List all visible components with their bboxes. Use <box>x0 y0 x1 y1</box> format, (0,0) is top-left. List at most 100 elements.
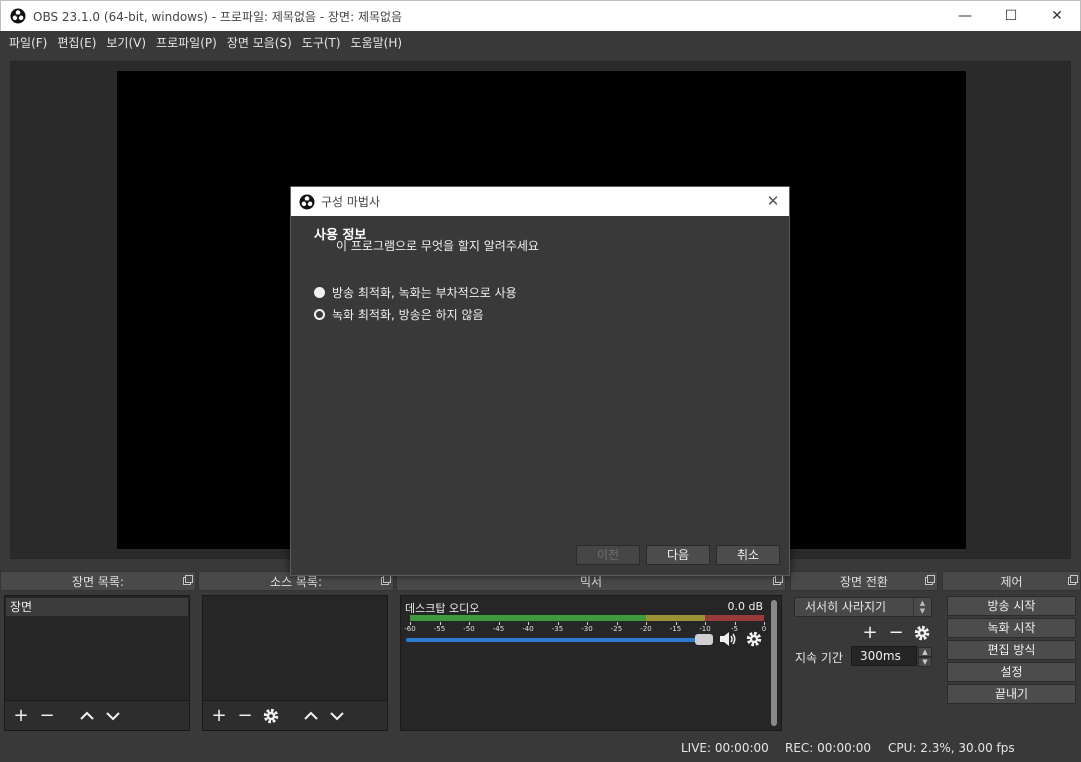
cancel-button[interactable]: 취소 <box>716 545 780 565</box>
scale-tick-label: -20 <box>640 625 652 633</box>
prev-button[interactable]: 이전 <box>576 545 640 565</box>
sources-dock-title-text: 소스 목록: <box>269 575 323 589</box>
obs-logo-icon <box>10 8 26 24</box>
close-window-button[interactable]: ✕ <box>1034 1 1080 31</box>
studio-mode-button[interactable]: 편집 방식 <box>947 640 1076 660</box>
menu-tools[interactable]: 도구(T) <box>297 34 346 51</box>
option-recording[interactable]: 녹화 최적화, 방송은 하지 않음 <box>314 306 484 323</box>
window-title: OBS 23.1.0 (64-bit, windows) - 프로파일: 제목없… <box>33 9 403 24</box>
controls-dock-title: 제어 <box>942 571 1081 591</box>
mixer-dock: 믹서 데스크탑 오디오 0.0 dB -60 -55 -50 -45 -40 -35 -30… <box>396 571 786 734</box>
scale-tick-label: -50 <box>463 625 475 633</box>
menu-view[interactable]: 보기(V) <box>101 34 151 51</box>
spin-up-icon[interactable]: ▲ <box>918 647 932 657</box>
scenes-list[interactable]: 장면 <box>4 595 190 701</box>
duration-label: 지속 기간 <box>795 651 843 665</box>
cpu-status: CPU: 2.3%, 30.00 fps <box>888 741 1015 755</box>
transition-select[interactable]: 서서히 사라지기 ▲ ▼ <box>794 597 932 617</box>
volume-slider-handle[interactable] <box>695 634 713 645</box>
scenes-toolbar: + − <box>4 701 190 731</box>
sources-toolbar: + − <box>202 701 388 731</box>
move-down-icon[interactable] <box>103 706 123 726</box>
settings-button[interactable]: 설정 <box>947 662 1076 682</box>
menu-file[interactable]: 파일(F) <box>4 34 52 51</box>
status-bar: LIVE: 00:00:00 REC: 00:00:00 CPU: 2.3%, … <box>0 736 1081 762</box>
start-streaming-button[interactable]: 방송 시작 <box>947 596 1076 616</box>
remove-icon[interactable]: − <box>886 623 906 643</box>
float-dock-icon[interactable] <box>925 575 935 585</box>
close-icon[interactable]: ✕ <box>765 193 781 209</box>
scene-item[interactable]: 장면 <box>6 598 188 616</box>
scale-tick-label: -35 <box>551 625 564 633</box>
scenes-dock: 장면 목록: 장면 + − <box>0 571 196 734</box>
controls-dock: 제어 방송 시작 녹화 시작 편집 방식 설정 끝내기 <box>942 571 1081 734</box>
mixer-scrollbar[interactable] <box>771 600 777 726</box>
menu-help[interactable]: 도움말(H) <box>346 34 408 51</box>
radio-unchecked[interactable] <box>314 309 325 320</box>
minimize-button[interactable]: — <box>942 1 988 31</box>
gear-icon[interactable] <box>261 706 281 726</box>
move-up-icon[interactable] <box>77 706 97 726</box>
menu-profile[interactable]: 프로파일(P) <box>151 34 222 51</box>
sources-list[interactable] <box>202 595 388 701</box>
spin-down-icon[interactable]: ▼ <box>918 657 932 667</box>
maximize-button[interactable]: ☐ <box>988 1 1034 31</box>
volume-meter <box>410 615 764 621</box>
scale-tick-label: -30 <box>581 625 593 633</box>
menu-bar: 파일(F) 편집(E) 보기(V) 프로파일(P) 장면 모음(S) 도구(T)… <box>0 31 1081 53</box>
mixer-scrollbar-thumb[interactable] <box>771 600 777 726</box>
mixer-level-readout: 0.0 dB <box>727 600 763 613</box>
scale-tick-label: -10 <box>699 625 711 633</box>
scale-tick-label: -40 <box>522 625 534 633</box>
gear-icon[interactable] <box>912 623 932 643</box>
scale-tick-label: -15 <box>669 625 682 633</box>
mixer-panel: 데스크탑 오디오 0.0 dB -60 -55 -50 -45 -40 -35 -30 -25… <box>400 595 782 731</box>
window-titlebar: OBS 23.1.0 (64-bit, windows) - 프로파일: 제목없… <box>0 0 1081 31</box>
mixer-channel-name: 데스크탑 오디오 <box>405 602 480 615</box>
transition-toolbar: + − <box>860 623 932 643</box>
scale-tick-label: -25 <box>610 625 623 633</box>
select-arrows-icon: ▲ ▼ <box>913 598 931 616</box>
speaker-icon[interactable] <box>718 629 738 649</box>
exit-button[interactable]: 끝내기 <box>947 684 1076 704</box>
float-dock-icon[interactable] <box>183 575 193 585</box>
mixer-dock-title-text: 믹서 <box>579 575 603 589</box>
rec-status: REC: 00:00:00 <box>785 741 872 755</box>
transition-select-value: 서서히 사라지기 <box>805 600 887 614</box>
scenes-dock-title-text: 장면 목록: <box>71 575 125 589</box>
scenes-dock-title: 장면 목록: <box>0 571 196 591</box>
move-up-icon[interactable] <box>301 706 321 726</box>
float-dock-icon[interactable] <box>1068 575 1078 585</box>
menu-scene-collection[interactable]: 장면 모음(S) <box>222 34 297 51</box>
next-button[interactable]: 다음 <box>646 545 710 565</box>
float-dock-icon[interactable] <box>381 575 391 585</box>
controls-dock-title-text: 제어 <box>1000 575 1023 589</box>
scale-tick-label: -45 <box>492 625 505 633</box>
volume-slider[interactable] <box>406 638 712 642</box>
option-streaming[interactable]: 방송 최적화, 녹화는 부차적으로 사용 <box>314 284 517 301</box>
scale-tick-label: -55 <box>433 625 446 633</box>
float-dock-icon[interactable] <box>773 575 783 585</box>
meter-scale: -60 -55 -50 -45 -40 -35 -30 -25 -20 -15 -10 -5 0 <box>404 622 769 638</box>
live-status: LIVE: 00:00:00 <box>681 741 769 755</box>
option-label: 방송 최적화, 녹화는 부차적으로 사용 <box>332 286 517 300</box>
option-label: 녹화 최적화, 방송은 하지 않음 <box>332 308 484 322</box>
dialog-titlebar: 구성 마법사 ✕ <box>291 187 789 216</box>
add-icon[interactable]: + <box>11 706 31 726</box>
obs-logo-icon <box>299 194 315 209</box>
start-recording-button[interactable]: 녹화 시작 <box>947 618 1076 638</box>
move-down-icon[interactable] <box>327 706 347 726</box>
add-icon[interactable]: + <box>209 706 229 726</box>
radio-checked[interactable] <box>314 287 325 298</box>
menu-edit[interactable]: 편집(E) <box>52 34 101 51</box>
duration-input[interactable]: 300ms <box>851 646 917 666</box>
config-wizard-dialog: 구성 마법사 ✕ 사용 정보 이 프로그램으로 무엇을 할지 알려주세요 방송 … <box>290 186 790 576</box>
add-icon[interactable]: + <box>860 623 880 643</box>
transitions-dock: 장면 전환 서서히 사라지기 ▲ ▼ + − 지속 기간 300ms ▲ ▼ <box>790 571 938 734</box>
remove-icon[interactable]: − <box>37 706 57 726</box>
gear-icon[interactable] <box>744 629 764 649</box>
dialog-title: 구성 마법사 <box>321 195 381 209</box>
dialog-subheading: 이 프로그램으로 무엇을 할지 알려주세요 <box>336 239 539 253</box>
remove-icon[interactable]: − <box>235 706 255 726</box>
transitions-dock-title: 장면 전환 <box>790 571 938 591</box>
